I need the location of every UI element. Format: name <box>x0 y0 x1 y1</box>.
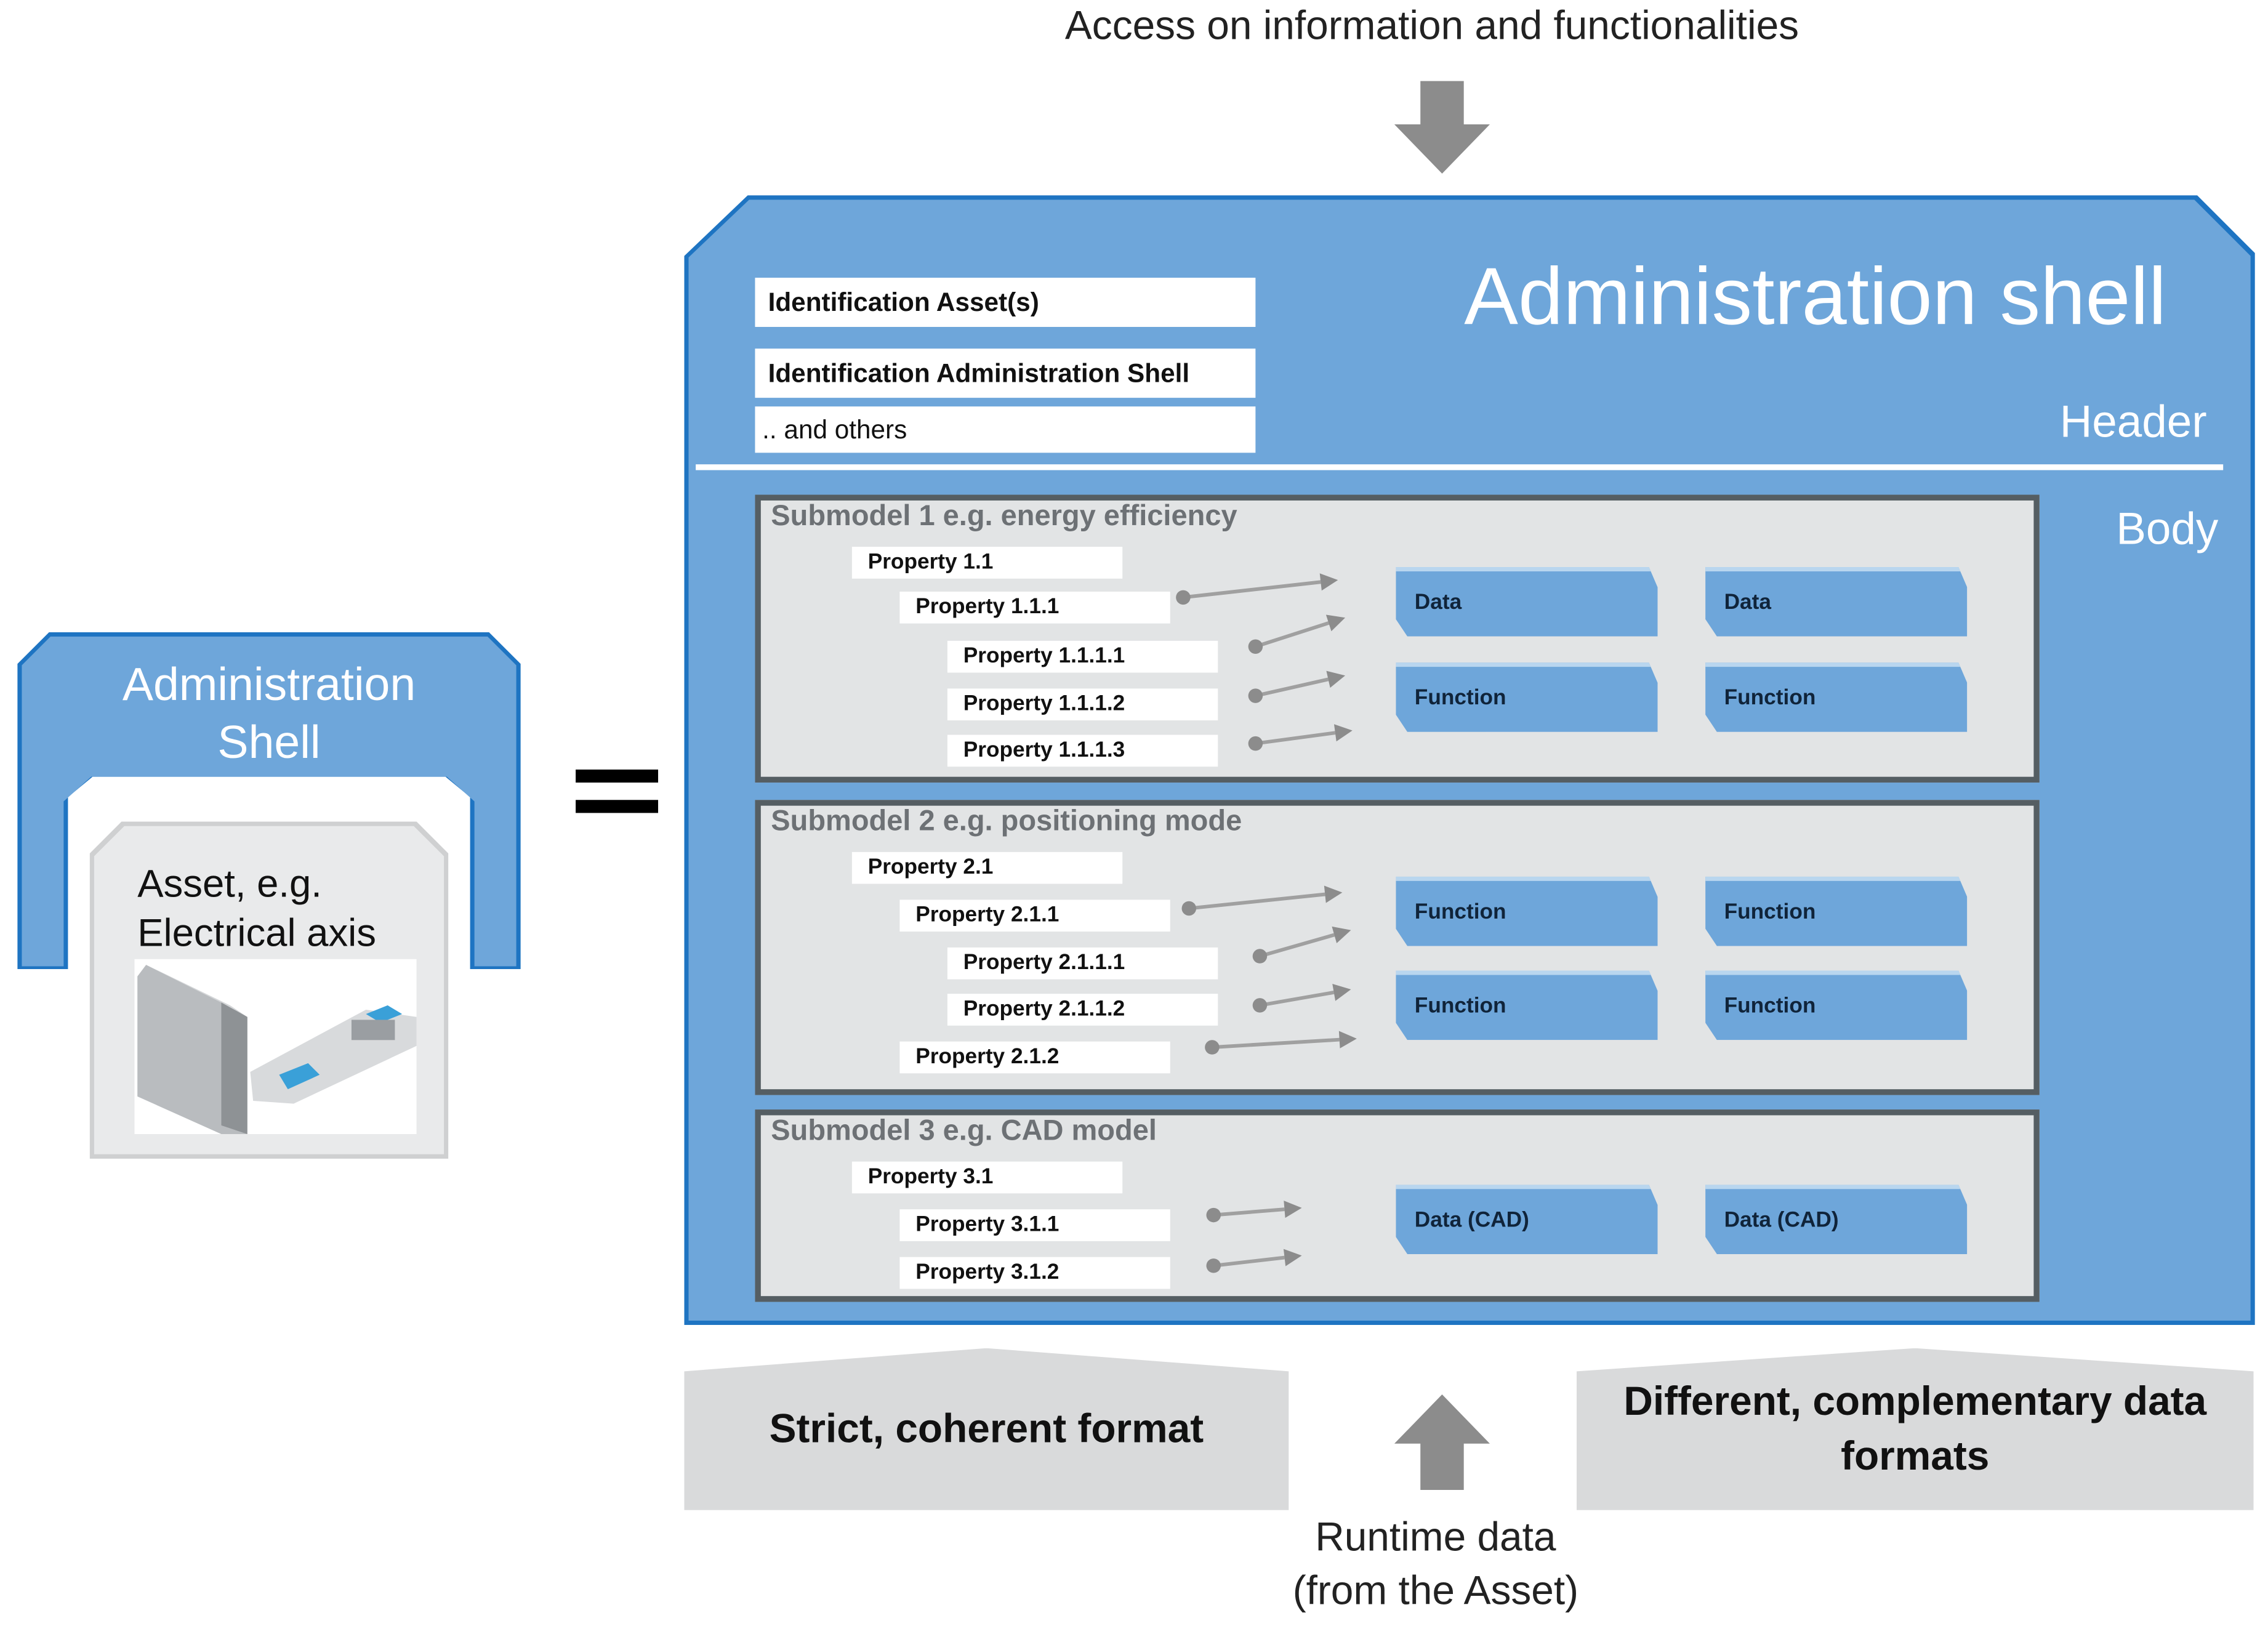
equals-sign-top <box>576 769 659 783</box>
complementary-formats-banner: Different, complementary data formats <box>1576 1348 2254 1510</box>
arrow-icon <box>1176 573 1338 605</box>
arrow-icon <box>1181 885 1343 916</box>
runtime-line-1: Runtime data <box>1315 1514 1556 1560</box>
left-shell-title-2: Shell <box>217 716 321 768</box>
arrow-icon <box>1206 1201 1302 1223</box>
arrow-icon <box>1248 614 1346 654</box>
arrow-icon <box>1252 926 1351 964</box>
left-shell-title: Administration Shell <box>22 655 517 771</box>
arrow-icon <box>1206 1249 1302 1273</box>
complementary-formats-text: Different, complementary data formats <box>1623 1378 2207 1479</box>
arrow-icon <box>1248 724 1353 751</box>
asset-line-2: Electrical axis <box>137 911 376 955</box>
arrow-icon <box>1248 670 1346 703</box>
strict-format-text: Strict, coherent format <box>769 1406 1204 1451</box>
strict-format-banner: Strict, coherent format <box>684 1348 1289 1510</box>
electrical-axis-image <box>134 959 417 1135</box>
runtime-data-label: Runtime data (from the Asset) <box>1215 1510 1657 1617</box>
left-shell-title-1: Administration <box>122 658 416 710</box>
equals-sign-bottom <box>576 800 659 813</box>
diagram: Access on information and functionalitie… <box>0 0 2268 1626</box>
up-arrow-icon <box>1394 1394 1490 1490</box>
runtime-line-2: (from the Asset) <box>1292 1568 1579 1613</box>
asset-line-1: Asset, e.g. <box>137 862 322 906</box>
arrow-icon <box>1205 1031 1357 1055</box>
arrow-icon <box>1252 984 1351 1013</box>
asset-label: Asset, e.g. Electrical axis <box>137 859 376 958</box>
